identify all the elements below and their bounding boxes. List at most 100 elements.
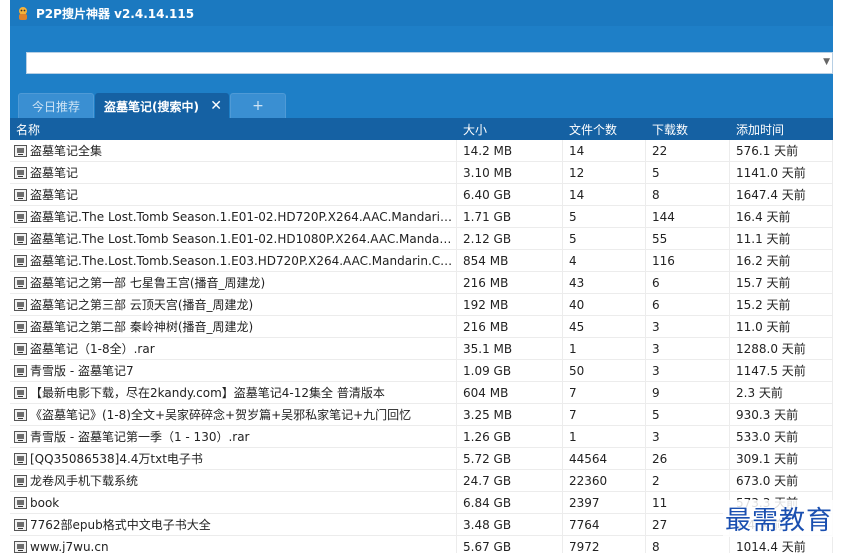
row-file-count: 1 bbox=[563, 425, 646, 448]
row-file-count: 4 bbox=[563, 249, 646, 272]
app-logo-icon bbox=[14, 4, 32, 22]
file-icon bbox=[14, 518, 27, 531]
row-added-time: 2.3 天前 bbox=[730, 381, 833, 404]
row-added-time: 673.0 天前 bbox=[730, 469, 833, 492]
row-size: 216 MB bbox=[457, 271, 563, 294]
row-name-cell: 【最新电影下载，尽在2kandy.com】盗墓笔记4-12集全 普清版本 bbox=[10, 381, 457, 404]
tab-today-recommend[interactable]: 今日推荐 bbox=[18, 93, 94, 118]
row-downloads: 2 bbox=[646, 469, 730, 492]
row-added-time: 1647.4 天前 bbox=[730, 183, 833, 206]
table-row[interactable]: 青雪版 - 盗墓笔记7 1.09 GB 50 3 1147.5 天前 bbox=[10, 359, 833, 382]
row-file-count: 7764 bbox=[563, 513, 646, 536]
file-icon bbox=[14, 254, 27, 267]
table-row[interactable]: 盗墓笔记（1-8全）.rar 35.1 MB 1 3 1288.0 天前 bbox=[10, 337, 833, 360]
row-downloads: 27 bbox=[646, 513, 730, 536]
table-row[interactable]: 盗墓笔记.The Lost.Tomb Season.1.E01-02.HD108… bbox=[10, 227, 833, 250]
table-row[interactable]: 盗墓笔记之第二部 秦岭神树(播音_周建龙) 216 MB 45 3 11.0 天前 bbox=[10, 315, 833, 338]
table-row[interactable]: 盗墓笔记之第一部 七星鲁王宫(播音_周建龙) 216 MB 43 6 15.7 天前 bbox=[10, 271, 833, 294]
row-file-count: 7972 bbox=[563, 535, 646, 553]
row-name: 盗墓笔记（1-8全）.rar bbox=[30, 341, 155, 356]
plus-icon: + bbox=[252, 98, 264, 114]
row-name: [QQ35086538]4.4万txt电子书 bbox=[30, 451, 203, 466]
row-name: 青雪版 - 盗墓笔记7 bbox=[30, 363, 134, 378]
row-downloads: 3 bbox=[646, 359, 730, 382]
row-file-count: 7 bbox=[563, 403, 646, 426]
row-downloads: 55 bbox=[646, 227, 730, 250]
row-file-count: 2397 bbox=[563, 491, 646, 514]
row-name: 盗墓笔记全集 bbox=[30, 143, 103, 158]
row-name-cell: 盗墓笔记.The Lost.Tomb Season.1.E01-02.HD720… bbox=[10, 205, 457, 228]
row-added-time: 15.7 天前 bbox=[730, 271, 833, 294]
file-icon bbox=[14, 298, 27, 311]
file-icon bbox=[14, 474, 27, 487]
row-size: 3.10 MB bbox=[457, 161, 563, 184]
row-downloads: 5 bbox=[646, 403, 730, 426]
row-size: 35.1 MB bbox=[457, 337, 563, 360]
row-name-cell: www.j7wu.cn bbox=[10, 535, 457, 553]
row-downloads: 26 bbox=[646, 447, 730, 470]
row-size: 5.72 GB bbox=[457, 447, 563, 470]
row-added-time: 11.1 天前 bbox=[730, 227, 833, 250]
row-name: 盗墓笔记之第一部 七星鲁王宫(播音_周建龙) bbox=[30, 275, 266, 290]
row-file-count: 22360 bbox=[563, 469, 646, 492]
file-icon bbox=[14, 364, 27, 377]
column-header-name[interactable]: 名称 bbox=[10, 121, 457, 138]
table-row[interactable]: book6.84 GB239711573.3 天前 bbox=[10, 491, 833, 514]
table-row[interactable]: 盗墓笔记全集 14.2 MB 14 22 576.1 天前 bbox=[10, 139, 833, 162]
row-name: 盗墓笔记之第三部 云顶天宫(播音_周建龙) bbox=[30, 297, 254, 312]
toolbar bbox=[10, 26, 833, 50]
row-size: 3.48 GB bbox=[457, 513, 563, 536]
file-icon bbox=[14, 452, 27, 465]
watermark: 最需教育 bbox=[722, 500, 835, 537]
row-name: 盗墓笔记 bbox=[30, 187, 79, 202]
tab-label: 今日推荐 bbox=[31, 99, 80, 114]
row-downloads: 5 bbox=[646, 161, 730, 184]
file-icon bbox=[14, 166, 27, 179]
column-header-added-time[interactable]: 添加时间 bbox=[730, 121, 833, 138]
row-name: book bbox=[30, 495, 60, 510]
table-row[interactable]: 盗墓笔记 6.40 GB 14 8 1647.4 天前 bbox=[10, 183, 833, 206]
search-row: ▼ bbox=[10, 50, 833, 76]
file-icon bbox=[14, 232, 27, 245]
column-header-downloads[interactable]: 下载数 bbox=[646, 121, 730, 138]
table-row[interactable]: 盗墓笔记.The Lost.Tomb Season.1.E01-02.HD720… bbox=[10, 205, 833, 228]
row-file-count: 12 bbox=[563, 161, 646, 184]
file-icon bbox=[14, 386, 27, 399]
row-name-cell: 盗墓笔记之第三部 云顶天宫(播音_周建龙) bbox=[10, 293, 457, 316]
table-row[interactable]: www.j7wu.cn 5.67 GB 7972 8 1014.4 天前 bbox=[10, 535, 833, 553]
add-tab-button[interactable]: + bbox=[230, 93, 286, 118]
table-row[interactable]: 龙卷风手机下载系统 24.7 GB 22360 2 673.0 天前 bbox=[10, 469, 833, 492]
table-row[interactable]: 7762部epub格式中文电子书大全3.48 GB7764271.4 天前 bbox=[10, 513, 833, 536]
file-icon bbox=[14, 342, 27, 355]
results-list: 盗墓笔记全集 14.2 MB 14 22 576.1 天前 盗墓笔记 3.10 MB 12 5 1… bbox=[10, 139, 833, 553]
search-box: ▼ bbox=[26, 52, 833, 74]
table-row[interactable]: 盗墓笔记 3.10 MB 12 5 1141.0 天前 bbox=[10, 161, 833, 184]
row-downloads: 8 bbox=[646, 183, 730, 206]
close-icon[interactable]: ✕ bbox=[210, 98, 222, 114]
row-size: 14.2 MB bbox=[457, 139, 563, 162]
table-row[interactable]: 盗墓笔记之第三部 云顶天宫(播音_周建龙) 192 MB 40 6 15.2 天前 bbox=[10, 293, 833, 316]
tab-search-results[interactable]: 盗墓笔记(搜索中) ✕ bbox=[95, 93, 229, 118]
row-size: 216 MB bbox=[457, 315, 563, 338]
row-added-time: 16.4 天前 bbox=[730, 205, 833, 228]
table-row[interactable]: 青雪版 - 盗墓笔记第一季（1 - 130）.rar 1.26 GB 1 3 533.0… bbox=[10, 425, 833, 448]
chevron-down-icon[interactable]: ▼ bbox=[823, 57, 830, 67]
row-added-time: 15.2 天前 bbox=[730, 293, 833, 316]
row-added-time: 11.0 天前 bbox=[730, 315, 833, 338]
file-icon bbox=[14, 188, 27, 201]
row-name-cell: 盗墓笔记全集 bbox=[10, 139, 457, 162]
column-header-file-count[interactable]: 文件个数 bbox=[563, 121, 646, 138]
row-file-count: 45 bbox=[563, 315, 646, 338]
row-downloads: 6 bbox=[646, 271, 730, 294]
row-downloads: 11 bbox=[646, 491, 730, 514]
window-title: P2P搜片神器 v2.4.14.115 bbox=[36, 6, 195, 21]
table-row[interactable]: 《盗墓笔记》(1-8)全文+吴家碎碎念+贺岁篇+吴邪私家笔记+九门回忆 3.25 … bbox=[10, 403, 833, 426]
row-file-count: 5 bbox=[563, 227, 646, 250]
table-row[interactable]: 盗墓笔记.The.Lost.Tomb.Season.1.E03.HD720P.X… bbox=[10, 249, 833, 272]
file-icon bbox=[14, 320, 27, 333]
table-row[interactable]: [QQ35086538]4.4万txt电子书 5.72 GB 44564 26 309.… bbox=[10, 447, 833, 470]
table-row[interactable]: 【最新电影下载，尽在2kandy.com】盗墓笔记4-12集全 普清版本 604 … bbox=[10, 381, 833, 404]
column-header-size[interactable]: 大小 bbox=[457, 121, 563, 138]
row-size: 192 MB bbox=[457, 293, 563, 316]
search-input[interactable] bbox=[27, 53, 832, 73]
